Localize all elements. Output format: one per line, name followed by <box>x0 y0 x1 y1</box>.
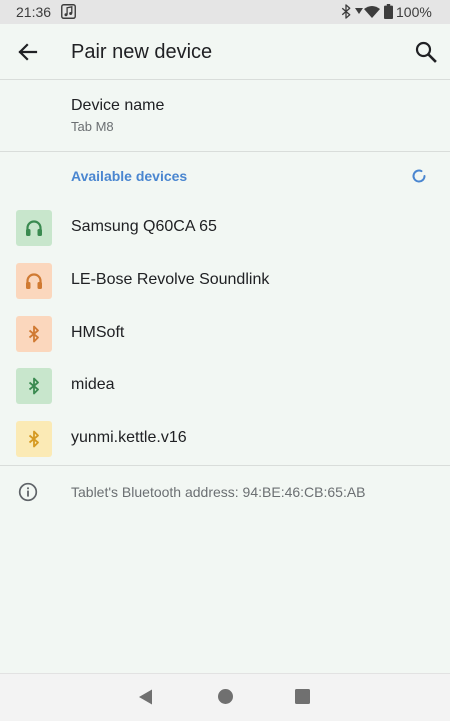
list-item[interactable]: midea <box>0 359 450 412</box>
device-name-label: Device name <box>71 97 165 114</box>
headphones-icon <box>26 220 42 236</box>
bluetooth-icon <box>28 325 39 343</box>
bluetooth-icon <box>28 430 39 448</box>
device-label: yunmi.kettle.v16 <box>71 429 187 446</box>
music-note-icon <box>61 4 76 19</box>
list-item[interactable]: Samsung Q60CA 65 <box>0 201 450 254</box>
battery-icon <box>384 4 393 19</box>
device-icon <box>16 210 52 246</box>
device-name-row[interactable]: Device name Tab M8 <box>0 80 450 152</box>
divider <box>0 465 450 466</box>
bluetooth-icon <box>28 377 39 395</box>
list-item[interactable]: HMSoft <box>0 307 450 360</box>
battery-percentage: 100% <box>396 4 432 20</box>
nav-back-icon[interactable] <box>137 688 155 706</box>
device-label: LE-Bose Revolve Soundlink <box>71 271 270 288</box>
nav-recents-icon[interactable] <box>295 689 310 704</box>
refresh-icon <box>412 169 426 183</box>
available-devices-header: Available devices <box>71 168 188 184</box>
device-label: midea <box>71 376 115 393</box>
toolbar: Pair new device <box>0 24 450 80</box>
nav-home-icon[interactable] <box>218 689 233 704</box>
list-item[interactable]: LE-Bose Revolve Soundlink <box>0 254 450 307</box>
signal-icon <box>355 8 363 14</box>
bluetooth-address: Tablet's Bluetooth address: 94:BE:46:CB:… <box>71 484 366 500</box>
device-label: Samsung Q60CA 65 <box>71 218 217 235</box>
device-icon <box>16 316 52 352</box>
status-time: 21:36 <box>16 4 52 20</box>
navigation-bar <box>0 673 450 721</box>
search-icon[interactable] <box>412 38 440 66</box>
bluetooth-icon <box>341 4 351 19</box>
status-bar: 21:36 100% <box>0 0 450 24</box>
info-icon <box>18 482 38 502</box>
device-name-value: Tab M8 <box>71 119 114 134</box>
headphones-icon <box>26 273 42 289</box>
arrow-back-icon[interactable] <box>14 38 42 66</box>
device-icon <box>16 263 52 299</box>
page-title: Pair new device <box>71 41 213 63</box>
device-label: HMSoft <box>71 324 125 341</box>
list-item[interactable]: yunmi.kettle.v16 <box>0 412 450 465</box>
device-icon <box>16 368 52 404</box>
wifi-icon <box>364 6 380 18</box>
device-icon <box>16 421 52 457</box>
